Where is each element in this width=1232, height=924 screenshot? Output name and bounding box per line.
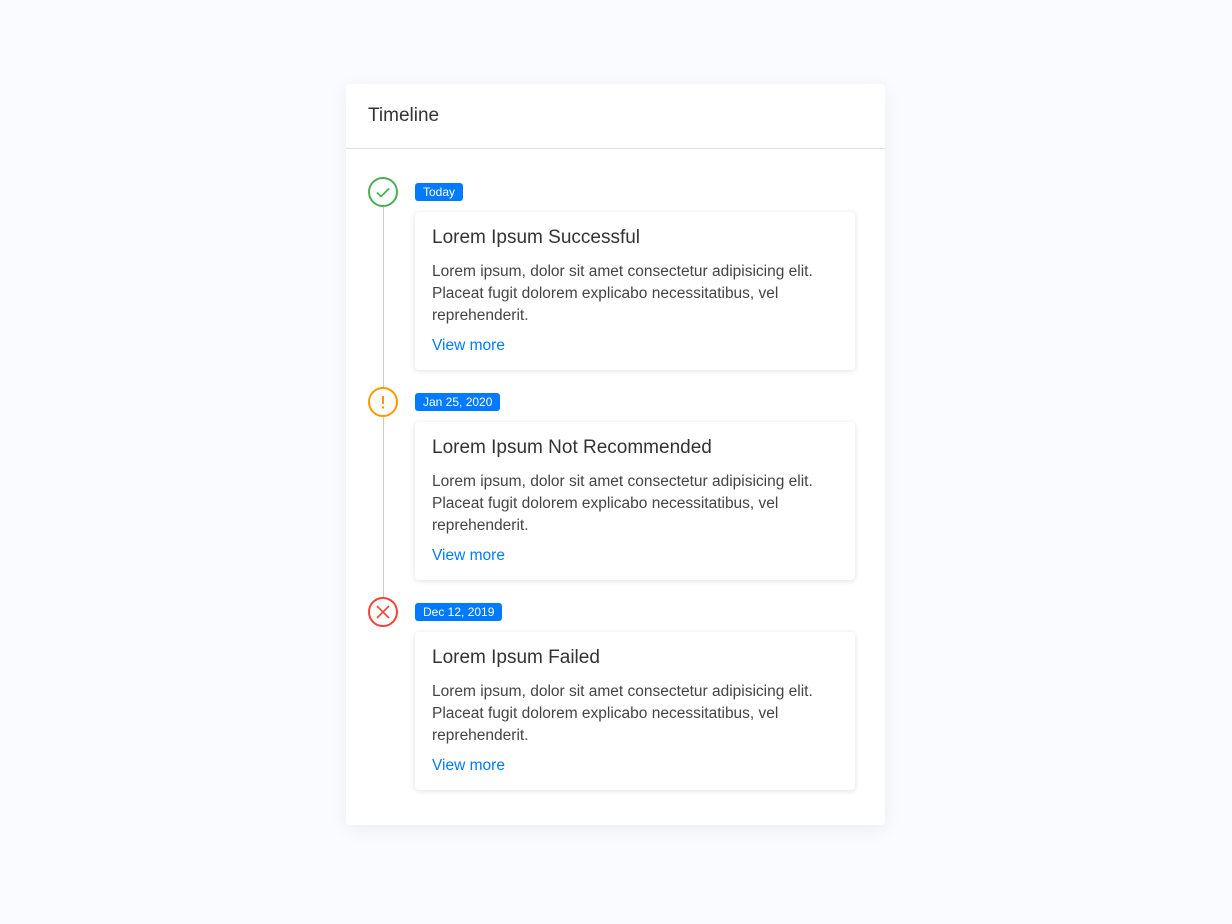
view-more-link[interactable]: View more	[432, 337, 505, 354]
x-icon	[368, 597, 398, 627]
card-title: Lorem Ipsum Successful	[432, 227, 641, 248]
panel-title: Timeline	[346, 84, 885, 149]
timeline-list: Today Lorem Ipsum Successful Lorem ipsum…	[346, 149, 885, 807]
card-text: Lorem ipsum, dolor sit amet consectetur …	[432, 683, 813, 744]
view-more-link[interactable]: View more	[432, 757, 505, 774]
card-title: Lorem Ipsum Not Recommended	[432, 437, 712, 458]
check-icon	[368, 177, 398, 207]
timeline-item: Jan 25, 2020 Lorem Ipsum Not Recommended…	[346, 387, 885, 597]
timeline-item: Today Lorem Ipsum Successful Lorem ipsum…	[346, 177, 885, 387]
view-more-link[interactable]: View more	[432, 547, 505, 564]
card-text: Lorem ipsum, dolor sit amet consectetur …	[432, 473, 813, 534]
date-badge: Jan 25, 2020	[415, 393, 501, 411]
timeline-connector	[383, 417, 384, 597]
timeline-connector	[383, 207, 384, 387]
timeline-card: Lorem Ipsum Not Recommended Lorem ipsum,…	[415, 422, 855, 580]
date-badge: Dec 12, 2019	[415, 603, 503, 621]
timeline-item: Dec 12, 2019 Lorem Ipsum Failed Lorem ip…	[346, 597, 885, 807]
card-text: Lorem ipsum, dolor sit amet consectetur …	[432, 263, 813, 324]
card-title: Lorem Ipsum Failed	[432, 647, 600, 668]
timeline-card: Lorem Ipsum Successful Lorem ipsum, dolo…	[415, 212, 855, 370]
timeline-panel: Timeline Today Lorem Ipsum Successful Lo…	[346, 84, 885, 825]
timeline-card: Lorem Ipsum Failed Lorem ipsum, dolor si…	[415, 632, 855, 790]
exclamation-icon	[368, 387, 398, 417]
date-badge: Today	[415, 183, 464, 201]
